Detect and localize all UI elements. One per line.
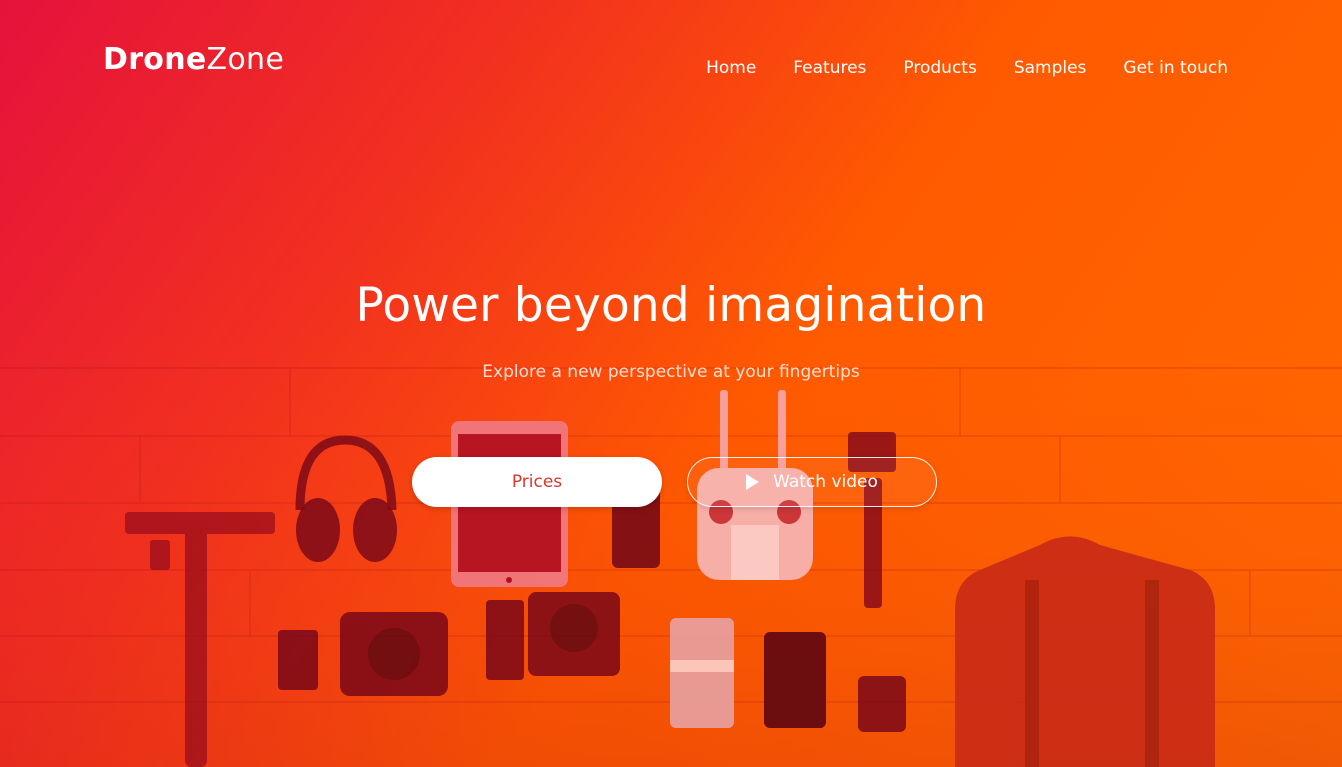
hero-title: Power beyond imagination <box>355 278 987 333</box>
nav-item-samples[interactable]: Samples <box>1014 58 1087 78</box>
watch-video-button-label: Watch video <box>773 472 878 492</box>
nav-item-products[interactable]: Products <box>903 58 976 78</box>
brand-logo[interactable]: DroneZone <box>103 42 284 77</box>
brand-name-bold: Drone <box>103 42 207 77</box>
prices-button-label: Prices <box>511 472 563 492</box>
nav-item-home[interactable]: Home <box>706 58 756 78</box>
brand-name-light: Zone <box>206 42 285 77</box>
hero-section: DroneZone Home Features Products Samples… <box>0 0 1342 767</box>
play-icon <box>746 474 760 490</box>
watch-video-button[interactable]: Watch video <box>687 457 937 507</box>
prices-button[interactable]: Prices <box>412 457 662 507</box>
main-nav: Home Features Products Samples Get in to… <box>706 58 1228 78</box>
background-photo <box>0 0 1342 767</box>
hero-subtitle: Explore a new perspective at your finger… <box>482 362 860 382</box>
nav-item-features[interactable]: Features <box>793 58 866 78</box>
nav-item-get-in-touch[interactable]: Get in touch <box>1123 58 1228 78</box>
